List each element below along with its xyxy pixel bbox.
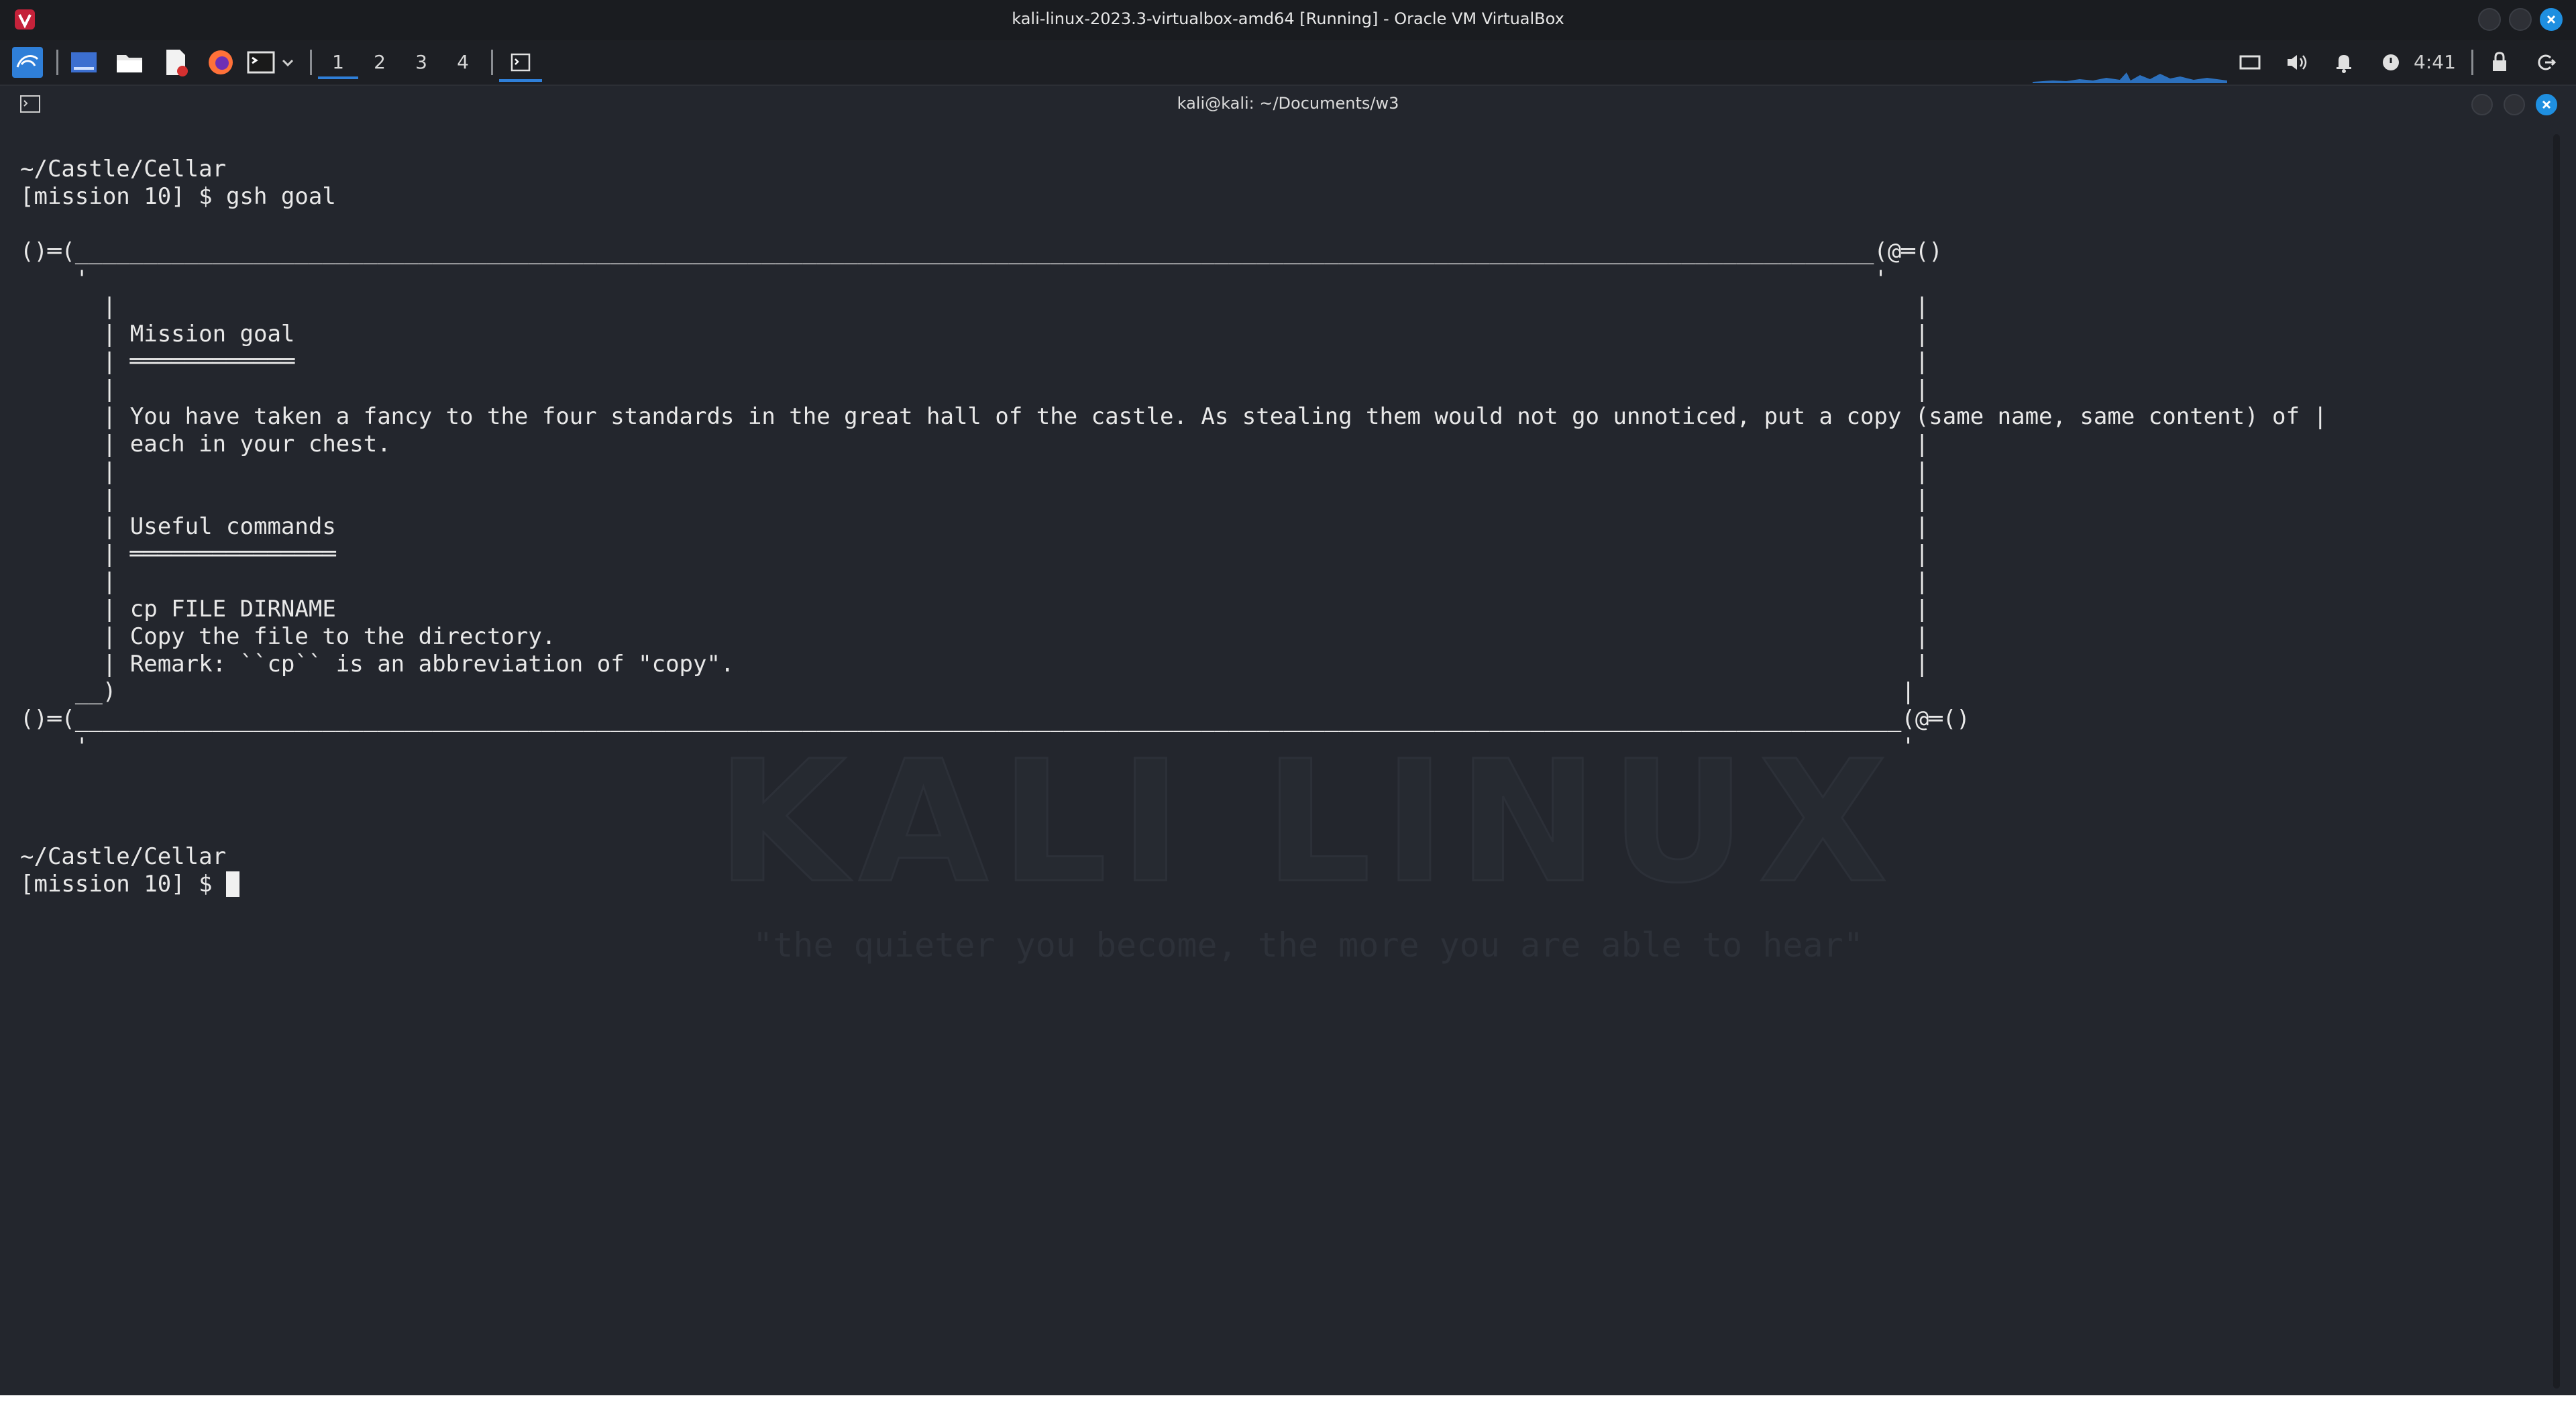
volume-icon[interactable]	[2284, 47, 2310, 78]
terminal-line: | Mission goal |	[20, 321, 1929, 347]
terminal-line: __) |	[20, 678, 1915, 705]
terminal-line: | ═══════════════ |	[20, 541, 1929, 568]
close-button[interactable]	[2540, 8, 2563, 31]
terminal-line: | |	[20, 486, 1929, 513]
panel-separator	[56, 50, 58, 75]
terminal-line: | You have taken a fancy to the four sta…	[20, 403, 2327, 430]
panel-separator	[491, 50, 493, 75]
file-manager-icon[interactable]	[114, 47, 145, 78]
virtualbox-titlebar: kali-linux-2023.3-virtualbox-amd64 [Runn…	[0, 0, 2576, 40]
terminal-line: | Copy the file to the directory. |	[20, 623, 1929, 650]
terminal-line: ()═(____________________________________…	[20, 706, 1970, 733]
taskbar-terminal-window[interactable]	[499, 48, 542, 82]
terminal-line: | each in your chest. |	[20, 431, 1929, 457]
power-icon[interactable]	[2377, 47, 2404, 78]
terminal-icon[interactable]	[246, 47, 276, 78]
terminal-maximize-button[interactable]	[2504, 94, 2525, 115]
terminal-scrollbar[interactable]	[2553, 134, 2560, 1389]
show-desktop-icon[interactable]	[68, 47, 99, 78]
terminal-line: | Useful commands |	[20, 513, 1929, 540]
clock[interactable]: 4:41	[2414, 51, 2456, 73]
text-editor-icon[interactable]	[160, 47, 191, 78]
workspace-4[interactable]: 4	[443, 48, 483, 76]
terminal-line: ' '	[20, 733, 1915, 760]
close-icon	[2542, 100, 2551, 109]
terminal-cursor	[226, 871, 240, 897]
cpu-graph	[2033, 72, 2227, 83]
logout-icon[interactable]	[2532, 47, 2559, 78]
panel-separator	[310, 50, 312, 75]
terminal-close-button[interactable]	[2536, 94, 2557, 115]
kali-menu-icon[interactable]	[12, 47, 43, 78]
terminal-titlebar: kali@kali: ~/Documents/w3	[0, 86, 2576, 123]
panel-separator	[2471, 50, 2473, 75]
terminal-line: | ════════════ |	[20, 348, 1929, 375]
display-icon[interactable]	[2237, 47, 2263, 78]
terminal-window-icon	[511, 53, 531, 72]
terminal-line: | |	[20, 458, 1929, 485]
terminal-line: ~/Castle/Cellar	[20, 156, 227, 182]
terminal-line: ()═(____________________________________…	[20, 238, 1943, 265]
workspace-2[interactable]: 2	[360, 48, 400, 76]
close-icon	[2546, 15, 2556, 24]
lock-icon[interactable]	[2486, 47, 2513, 78]
workspace-3[interactable]: 3	[401, 48, 441, 76]
terminal-line: ~/Castle/Cellar	[20, 843, 227, 870]
terminal-minimize-button[interactable]	[2471, 94, 2493, 115]
terminal-prompt: [mission 10] $	[20, 871, 227, 898]
terminal-line: ' '	[20, 266, 1888, 292]
terminal-prompt-line[interactable]: [mission 10] $	[20, 871, 240, 898]
notifications-icon[interactable]	[2330, 47, 2357, 78]
terminal-line: | cp FILE DIRNAME |	[20, 596, 1929, 623]
terminal-line: | |	[20, 376, 1929, 402]
terminal-line: | Remark: ``cp`` is an abbreviation of "…	[20, 651, 1929, 678]
terminal-line: | |	[20, 293, 1929, 320]
minimize-button[interactable]	[2478, 8, 2501, 31]
maximize-button[interactable]	[2509, 8, 2532, 31]
virtualbox-window-title: kali-linux-2023.3-virtualbox-amd64 [Runn…	[1012, 9, 1564, 28]
terminal-output[interactable]: ~/Castle/Cellar [mission 10] $ gsh goal …	[0, 123, 2549, 1395]
workspace-1[interactable]: 1	[318, 48, 358, 79]
terminal-dropdown-icon[interactable]	[278, 47, 298, 78]
terminal-window-title: kali@kali: ~/Documents/w3	[1177, 94, 1399, 113]
terminal-line: [mission 10] $ gsh goal	[20, 183, 336, 210]
terminal-line: | |	[20, 568, 1929, 595]
vm-screen: kali-linux-2023.3-virtualbox-amd64 [Runn…	[0, 0, 2576, 1395]
firefox-icon[interactable]	[205, 47, 236, 78]
top-panel: 1 2 3 4 4:41	[0, 40, 2576, 86]
